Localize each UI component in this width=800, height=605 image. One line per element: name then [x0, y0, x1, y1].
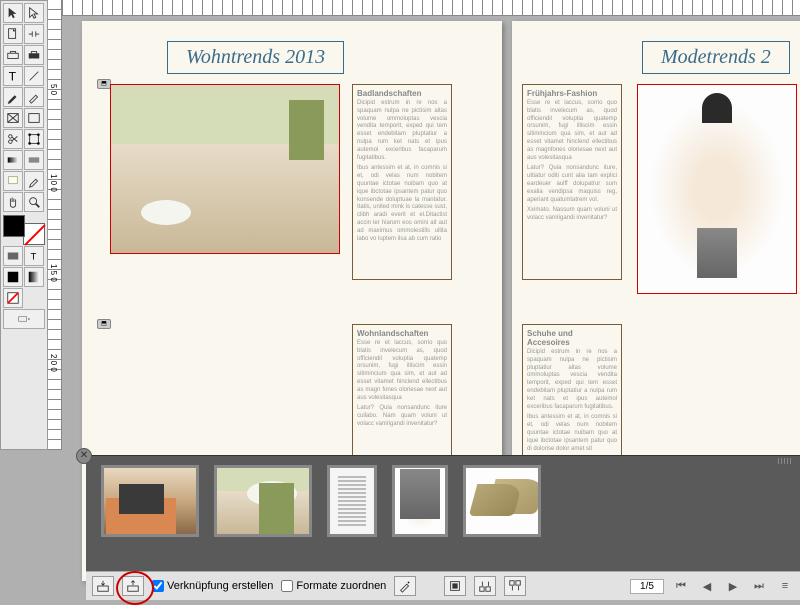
- collect-content-button[interactable]: [92, 576, 114, 596]
- conveyor-strip: [86, 456, 800, 546]
- pencil-tool[interactable]: [24, 87, 44, 107]
- text-body: Ibus antessim et at, in comnis si et, od…: [357, 165, 447, 243]
- apply-color[interactable]: [3, 267, 23, 287]
- ruler-mark: 2 0 0: [49, 354, 58, 372]
- last-page-icon[interactable]: ⏭: [750, 578, 768, 594]
- content-conveyor-panel: ✕: [86, 455, 800, 571]
- text-body: Latur? Quia nonsandunc iture, uttiatur o…: [527, 165, 617, 204]
- ruler-mark: 1 5 0: [49, 264, 58, 282]
- conveyor-thumb[interactable]: [327, 465, 377, 537]
- conveyor-toolbar: Verknüpfung erstellen Formate zuordnen 1…: [86, 571, 800, 600]
- text-body: Dicipid estrum in re nos a spaquam nulpa…: [527, 349, 617, 411]
- fill-stroke-swatch[interactable]: [3, 215, 45, 245]
- conveyor-thumb[interactable]: [101, 465, 199, 537]
- close-icon[interactable]: ✕: [76, 448, 92, 464]
- tool-palette: T T: [0, 0, 48, 450]
- text-heading: Frühjahrs-Fashion: [527, 89, 617, 98]
- svg-text:T: T: [9, 69, 17, 83]
- gradient-feather-tool[interactable]: [24, 150, 44, 170]
- page-heading[interactable]: Wohntrends 2013: [167, 41, 344, 74]
- page-indicator: 1/5: [630, 579, 664, 594]
- svg-text:T: T: [31, 252, 37, 263]
- vertical-ruler: 5 0 1 0 0 1 5 0 2 0 0: [48, 0, 62, 450]
- map-styles-checkbox[interactable]: Formate zuordnen: [281, 580, 386, 592]
- page-heading[interactable]: Modetrends 2: [642, 41, 790, 74]
- checkbox-label: Verknüpfung erstellen: [167, 580, 273, 592]
- image-frame-bathroom[interactable]: [110, 84, 340, 254]
- ruler-mark: 1 0 0: [49, 174, 58, 192]
- apply-gradient[interactable]: [24, 267, 44, 287]
- image-frame-fashion[interactable]: [637, 84, 797, 294]
- first-page-icon[interactable]: ⏮: [672, 578, 690, 594]
- next-page-icon[interactable]: ▶: [724, 578, 742, 594]
- link-badge-icon: ⬒: [97, 319, 111, 329]
- pen-tool[interactable]: [3, 87, 23, 107]
- page-tool[interactable]: [3, 24, 23, 44]
- text-formatting[interactable]: T: [24, 246, 44, 266]
- horizontal-ruler: [62, 0, 800, 16]
- text-heading: Wohnlandschaften: [357, 329, 447, 338]
- text-heading: Badlandschaften: [357, 89, 447, 98]
- create-link-checkbox[interactable]: Verknüpfung erstellen: [152, 580, 273, 592]
- zoom-tool[interactable]: [24, 192, 44, 212]
- view-mode[interactable]: [3, 309, 45, 329]
- free-transform-tool[interactable]: [24, 129, 44, 149]
- link-badge-icon: ⬒: [97, 79, 111, 89]
- content-placer-tool[interactable]: [24, 45, 44, 65]
- text-body: Esse re et laccus, sorrio quo blatis inv…: [527, 100, 617, 162]
- panel-menu-icon[interactable]: ≡: [776, 578, 794, 594]
- text-column[interactable]: Wohnlandschaften Esse re et laccus, sorr…: [352, 324, 452, 460]
- checkbox-label: Formate zuordnen: [296, 580, 386, 592]
- fill-color[interactable]: [3, 215, 25, 237]
- edit-style-mapping-button[interactable]: [394, 576, 416, 596]
- content-collector-tool[interactable]: [3, 45, 23, 65]
- text-column[interactable]: Frühjahrs-Fashion Esse re et laccus, sor…: [522, 84, 622, 280]
- eyedropper-tool[interactable]: [24, 171, 44, 191]
- type-tool[interactable]: T: [3, 66, 23, 86]
- note-tool[interactable]: [3, 171, 23, 191]
- place-content-button[interactable]: [122, 576, 144, 596]
- load-conveyor-button[interactable]: [474, 576, 496, 596]
- rectangle-frame-tool[interactable]: [3, 108, 23, 128]
- conveyor-thumb[interactable]: [392, 465, 448, 537]
- ruler-mark: 5 0: [49, 84, 58, 95]
- rectangle-tool[interactable]: [24, 108, 44, 128]
- text-body: Dicipid estrum in re nos a spaquam nulpa…: [357, 100, 447, 162]
- text-column[interactable]: Badlandschaften Dicipid estrum in re nos…: [352, 84, 452, 280]
- direct-selection-tool[interactable]: [24, 3, 44, 23]
- selection-tool[interactable]: [3, 3, 23, 23]
- scissors-tool[interactable]: [3, 129, 23, 149]
- conveyor-thumb[interactable]: [463, 465, 541, 537]
- drag-handle-icon[interactable]: [778, 458, 792, 464]
- place-all-button[interactable]: [444, 576, 466, 596]
- conveyor-thumb[interactable]: [214, 465, 312, 537]
- text-body: Esse re et laccus, sorrio quo blatis inv…: [357, 340, 447, 402]
- text-column[interactable]: Schuhe und Accesoires Dicipid estrum in …: [522, 324, 622, 460]
- text-body: Xximato. Nassum quam voluni ut volacc va…: [527, 207, 617, 223]
- text-heading: Schuhe und Accesoires: [527, 329, 617, 347]
- place-remaining-button[interactable]: [504, 576, 526, 596]
- stroke-color[interactable]: [23, 223, 45, 245]
- gradient-swatch-tool[interactable]: [3, 150, 23, 170]
- text-body: Latur? Quia nonsandunc iture cullabo. Na…: [357, 405, 447, 428]
- line-tool[interactable]: [24, 66, 44, 86]
- apply-none[interactable]: [3, 288, 23, 308]
- container-formatting[interactable]: [3, 246, 23, 266]
- gap-tool[interactable]: [24, 24, 44, 44]
- prev-page-icon[interactable]: ◀: [698, 578, 716, 594]
- hand-tool[interactable]: [3, 192, 23, 212]
- text-body: Ibus antessim et at, in comnis si et, od…: [527, 414, 617, 453]
